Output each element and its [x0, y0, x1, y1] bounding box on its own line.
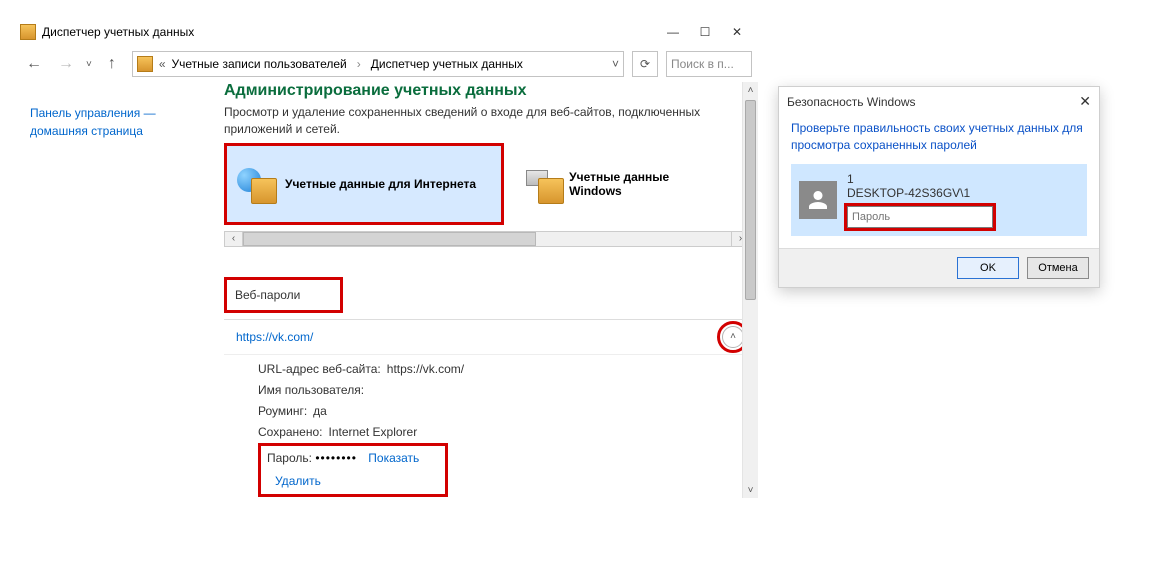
chevron-right-icon: ›: [353, 57, 365, 71]
dialog-message: Проверьте правильность своих учетных дан…: [779, 116, 1099, 164]
scroll-down-icon[interactable]: ˅: [743, 482, 758, 498]
scroll-thumb[interactable]: [745, 100, 756, 300]
pc-vault-icon: [524, 164, 561, 204]
vertical-scrollbar[interactable]: ˄ ˅: [742, 82, 758, 498]
page-heading: Администрирование учетных данных: [224, 82, 750, 100]
vault-icon: [137, 56, 153, 72]
globe-vault-icon: [237, 164, 277, 204]
saved-value: Internet Explorer: [329, 422, 418, 443]
user-avatar-icon: [799, 181, 837, 219]
page-subtitle: Просмотр и удаление сохраненных сведений…: [224, 104, 704, 139]
dialog-title: Безопасность Windows: [787, 95, 916, 109]
window-title: Диспетчер учетных данных: [42, 25, 666, 39]
minimize-button[interactable]: —: [666, 25, 680, 39]
refresh-button[interactable]: ⟳: [632, 51, 658, 77]
back-button[interactable]: ←: [22, 52, 46, 76]
windows-credentials-tile[interactable]: Учетные данные Windows: [514, 143, 724, 225]
maximize-button[interactable]: ☐: [698, 25, 712, 39]
search-input[interactable]: Поиск в п...: [666, 51, 752, 77]
search-placeholder: Поиск в п...: [671, 57, 734, 71]
cancel-button[interactable]: Отмена: [1027, 257, 1089, 279]
web-credentials-tile[interactable]: Учетные данные для Интернета: [224, 143, 504, 225]
window-titlebar: Диспетчер учетных данных — ☐ ✕: [16, 18, 758, 46]
windows-security-dialog: Безопасность Windows ✕ Проверьте правиль…: [778, 86, 1100, 288]
tile-label: Учетные данные Windows: [569, 170, 714, 198]
horizontal-scrollbar[interactable]: ‹ ›: [224, 231, 750, 247]
history-dropdown[interactable]: ˅: [86, 59, 92, 70]
chevron-left-icon[interactable]: «: [159, 57, 166, 71]
control-panel-home-link[interactable]: Панель управления — домашняя страница: [30, 104, 206, 140]
scroll-up-icon[interactable]: ˄: [743, 82, 758, 98]
username-text: DESKTOP-42S36GV\1: [847, 186, 1079, 200]
dialog-titlebar: Безопасность Windows ✕: [779, 87, 1099, 116]
password-reveal-box: Пароль: •••••••• Показать Удалить: [258, 443, 448, 497]
forward-button[interactable]: →: [54, 52, 78, 76]
url-value: https://vk.com/: [387, 359, 464, 380]
navigation-toolbar: ← → ˅ ↑ « Учетные записи пользователей ›…: [16, 46, 758, 82]
breadcrumb-segment[interactable]: Учетные записи пользователей: [172, 57, 347, 71]
roaming-value: да: [313, 401, 327, 422]
main-panel: Администрирование учетных данных Просмот…: [216, 82, 758, 498]
address-dropdown[interactable]: ˅: [612, 57, 619, 71]
saved-label: Сохранено:: [258, 422, 323, 443]
user-index: 1: [847, 172, 1079, 186]
tile-label: Учетные данные для Интернета: [285, 177, 476, 191]
user-credential-card: 1 DESKTOP-42S36GV\1: [791, 164, 1087, 236]
username-label: Имя пользователя:: [258, 380, 364, 401]
show-password-link[interactable]: Показать: [368, 451, 419, 465]
delete-credential-link[interactable]: Удалить: [275, 474, 321, 488]
address-bar[interactable]: « Учетные записи пользователей › Диспетч…: [132, 51, 624, 77]
up-button[interactable]: ↑: [100, 52, 124, 76]
url-label: URL-адрес веб-сайта:: [258, 359, 381, 380]
password-label: Пароль:: [267, 451, 312, 465]
vault-icon: [20, 24, 36, 40]
close-icon[interactable]: ✕: [1079, 93, 1091, 110]
credential-entry-title[interactable]: https://vk.com/: [236, 330, 313, 344]
roaming-label: Роуминг:: [258, 401, 307, 422]
password-mask: ••••••••: [315, 451, 357, 465]
breadcrumb-segment[interactable]: Диспетчер учетных данных: [371, 57, 523, 71]
sidebar: Панель управления — домашняя страница: [16, 82, 216, 498]
scroll-left-icon[interactable]: ‹: [225, 232, 243, 246]
credential-details: URL-адрес веб-сайта: https://vk.com/ Имя…: [224, 354, 750, 497]
collapse-button[interactable]: ˄: [722, 326, 744, 348]
web-passwords-header: Веб-пароли: [224, 277, 343, 313]
scroll-thumb[interactable]: [243, 232, 536, 246]
close-button[interactable]: ✕: [730, 25, 744, 39]
ok-button[interactable]: OK: [957, 257, 1019, 279]
password-input[interactable]: [847, 206, 993, 228]
credential-manager-window: Диспетчер учетных данных — ☐ ✕ ← → ˅ ↑ «…: [16, 18, 758, 498]
